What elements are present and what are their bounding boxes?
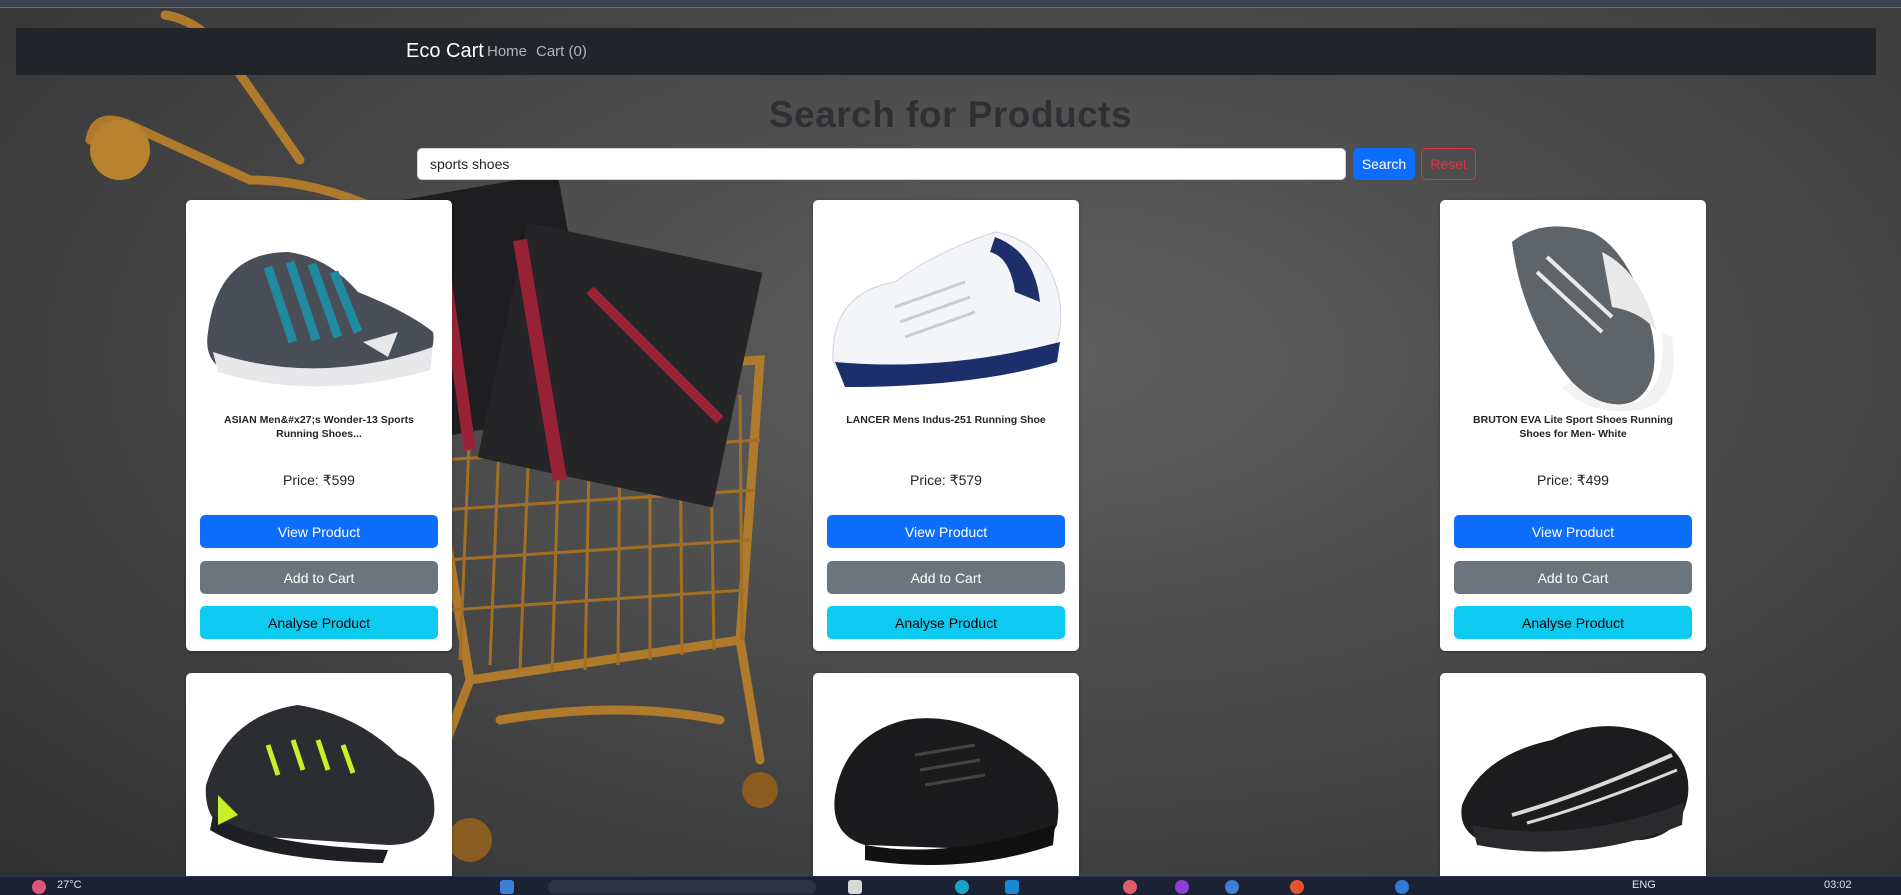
clock-time[interactable]: 03:02 xyxy=(1824,879,1852,891)
view-product-button[interactable]: View Product xyxy=(1454,515,1692,548)
add-to-cart-button[interactable]: Add to Cart xyxy=(1454,561,1692,594)
app-icon-purple[interactable] xyxy=(1175,880,1189,894)
product-card: LANCER Mens Indus-251 Running Shoe Price… xyxy=(813,200,1079,651)
edge-browser-icon[interactable] xyxy=(955,880,969,894)
product-price: Price: ₹599 xyxy=(283,472,355,488)
reset-button[interactable]: Reset xyxy=(1421,148,1476,180)
top-navbar: Eco Cart Home Cart (0) xyxy=(16,28,1876,75)
os-taskbar: 27°C ENG 03:02 xyxy=(0,876,1901,895)
add-to-cart-button[interactable]: Add to Cart xyxy=(827,561,1065,594)
app-icon-blue[interactable] xyxy=(1225,880,1239,894)
product-name: ASIAN Men&#x27;s Wonder-13 Sports Runnin… xyxy=(223,414,414,440)
language-indicator[interactable]: ENG xyxy=(1632,879,1656,891)
product-image-shoe[interactable] xyxy=(1452,212,1694,412)
product-card xyxy=(186,673,452,893)
nav-link-cart[interactable]: Cart (0) xyxy=(536,43,587,60)
task-view-icon[interactable] xyxy=(848,880,862,894)
product-card: BRUTON EVA Lite Sport Shoes Running Shoe… xyxy=(1440,200,1706,651)
vscode-icon[interactable] xyxy=(1395,880,1409,894)
weather-icon[interactable] xyxy=(32,880,46,894)
product-card xyxy=(1440,673,1706,893)
windows-start-icon[interactable] xyxy=(500,880,514,894)
product-card: ASIAN Men&#x27;s Wonder-13 Sports Runnin… xyxy=(186,200,452,651)
product-image-shoe[interactable] xyxy=(825,212,1067,412)
view-product-button[interactable]: View Product xyxy=(200,515,438,548)
view-product-button[interactable]: View Product xyxy=(827,515,1065,548)
product-image-shoe[interactable] xyxy=(198,685,440,885)
page-title: Search for Products xyxy=(768,94,1133,135)
product-card xyxy=(813,673,1079,893)
search-button[interactable]: Search xyxy=(1353,148,1415,180)
nav-link-home[interactable]: Home xyxy=(487,43,527,60)
analyse-product-button[interactable]: Analyse Product xyxy=(827,606,1065,639)
product-price: Price: ₹499 xyxy=(1537,472,1609,488)
brand-logo[interactable]: Eco Cart xyxy=(406,40,484,63)
store-icon[interactable] xyxy=(1005,880,1019,894)
search-input[interactable] xyxy=(417,148,1346,180)
product-image-shoe[interactable] xyxy=(825,685,1067,885)
analyse-product-button[interactable]: Analyse Product xyxy=(1454,606,1692,639)
weather-temperature: 27°C xyxy=(57,879,82,891)
product-image-shoe[interactable] xyxy=(198,212,440,412)
taskbar-search-box[interactable] xyxy=(548,880,816,894)
product-name: BRUTON EVA Lite Sport Shoes Running Shoe… xyxy=(1473,414,1673,440)
analyse-product-button[interactable]: Analyse Product xyxy=(200,606,438,639)
product-image-shoe[interactable] xyxy=(1452,685,1694,885)
product-price: Price: ₹579 xyxy=(910,472,982,488)
product-name: LANCER Mens Indus-251 Running Shoe xyxy=(846,414,1046,426)
add-to-cart-button[interactable]: Add to Cart xyxy=(200,561,438,594)
app-icon-orange[interactable] xyxy=(1290,880,1304,894)
app-icon-pink[interactable] xyxy=(1123,880,1137,894)
